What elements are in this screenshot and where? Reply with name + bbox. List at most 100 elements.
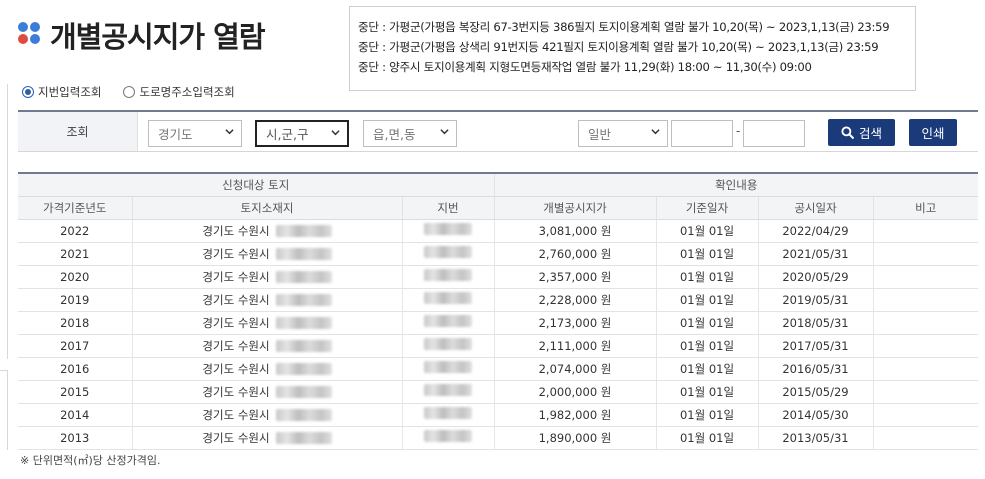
cell-note <box>873 403 978 427</box>
cell-location: 경기도 수원시 <box>132 426 403 450</box>
group-header-target-land: 신청대상 토지 <box>18 172 495 197</box>
table-row: 2014 경기도 수원시 1,982,000 원 01월 01일 2014/05/30 <box>18 403 978 427</box>
cell-base-date: 01월 01일 <box>656 426 759 450</box>
lot-number-dash: - <box>736 124 741 138</box>
cell-lot <box>402 311 495 335</box>
sub-lot-number-input[interactable] <box>743 120 805 147</box>
redacted-address <box>275 362 332 375</box>
cell-pub-date: 2016/05/31 <box>758 357 874 381</box>
cell-pub-date: 2019/05/31 <box>758 288 874 312</box>
redacted-address <box>275 339 332 352</box>
table-row: 2018 경기도 수원시 2,173,000 원 01월 01일 2018/05/31 <box>18 311 978 335</box>
cell-year: 2020 <box>18 265 133 289</box>
radio-checked-icon <box>22 86 34 98</box>
radio-road-address[interactable]: 도로명주소입력조회 <box>123 84 235 100</box>
cell-pub-date: 2021/05/31 <box>758 242 874 266</box>
table-row: 2016 경기도 수원시 2,074,000 원 01월 01일 2016/05/31 <box>18 357 978 381</box>
redacted-lot-number <box>424 315 472 327</box>
cell-year: 2017 <box>18 334 133 358</box>
redacted-lot-number <box>424 292 472 304</box>
lot-type-select[interactable]: 일반 <box>578 120 668 147</box>
cell-note <box>873 426 978 450</box>
redacted-lot-number <box>424 407 472 419</box>
cell-year: 2014 <box>18 403 133 427</box>
table-row: 2013 경기도 수원시 1,890,000 원 01월 01일 2013/05/31 <box>18 426 978 450</box>
cell-base-date: 01월 01일 <box>656 403 759 427</box>
cell-pub-date: 2020/05/29 <box>758 265 874 289</box>
cell-note <box>873 334 978 358</box>
cell-price: 2,228,000 원 <box>494 288 657 312</box>
redacted-lot-number <box>424 246 472 258</box>
cell-year: 2015 <box>18 380 133 404</box>
redacted-lot-number <box>424 223 472 235</box>
cell-year: 2016 <box>18 357 133 381</box>
cell-price: 2,173,000 원 <box>494 311 657 335</box>
province-select[interactable]: 경기도 <box>148 120 242 147</box>
redacted-lot-number <box>424 384 472 396</box>
location-text: 경기도 수원시 <box>202 223 270 238</box>
redacted-lot-number <box>424 338 472 350</box>
cell-lot <box>402 219 495 243</box>
location-text: 경기도 수원시 <box>202 246 270 261</box>
location-text: 경기도 수원시 <box>202 384 270 399</box>
cell-lot <box>402 242 495 266</box>
cell-note <box>873 311 978 335</box>
table-row: 2015 경기도 수원시 2,000,000 원 01월 01일 2015/05/29 <box>18 380 978 404</box>
location-text: 경기도 수원시 <box>202 361 270 376</box>
col-header-base-date: 기준일자 <box>656 196 759 220</box>
cell-price: 2,111,000 원 <box>494 334 657 358</box>
cell-price: 2,074,000 원 <box>494 357 657 381</box>
group-header-confirmation: 확인내용 <box>494 172 978 197</box>
town-select[interactable]: 읍,면,동 <box>363 120 457 147</box>
notice-line: 중단 : 가평군(가평읍 상색리 91번지등 421필지 토지이용계획 열람 불… <box>358 40 879 54</box>
cell-base-date: 01월 01일 <box>656 357 759 381</box>
redacted-address <box>275 431 332 444</box>
notice-line: 중단 : 양주시 토지이용계획 지형도면등재작업 열람 불가 11,29(화) … <box>358 60 812 74</box>
cell-base-date: 01월 01일 <box>656 311 759 335</box>
cell-location: 경기도 수원시 <box>132 380 403 404</box>
search-button[interactable]: 검색 <box>828 119 895 146</box>
radio-lot-number[interactable]: 지번입력조회 <box>22 84 101 100</box>
cell-lot <box>402 403 495 427</box>
search-icon <box>841 126 854 139</box>
cell-pub-date: 2013/05/31 <box>758 426 874 450</box>
cell-lot <box>402 334 495 358</box>
location-text: 경기도 수원시 <box>202 269 270 284</box>
cell-pub-date: 2018/05/31 <box>758 311 874 335</box>
location-text: 경기도 수원시 <box>202 315 270 330</box>
column-header-row: 가격기준년도 토지소재지 지번 개별공시지가 기준일자 공시일자 비고 <box>18 196 978 220</box>
cell-lot <box>402 288 495 312</box>
redacted-address <box>275 224 332 237</box>
cell-base-date: 01월 01일 <box>656 288 759 312</box>
print-button[interactable]: 인쇄 <box>909 119 957 146</box>
logo-dots-icon <box>18 22 40 44</box>
redacted-lot-number <box>424 430 472 442</box>
redacted-address <box>275 247 332 260</box>
chevron-down-icon <box>651 129 660 135</box>
cell-pub-date: 2015/05/29 <box>758 380 874 404</box>
cell-location: 경기도 수원시 <box>132 311 403 335</box>
cell-price: 2,000,000 원 <box>494 380 657 404</box>
cell-note <box>873 265 978 289</box>
main-lot-number-input[interactable] <box>671 120 733 147</box>
cell-location: 경기도 수원시 <box>132 334 403 358</box>
redacted-address <box>275 385 332 398</box>
cell-location: 경기도 수원시 <box>132 403 403 427</box>
cell-year: 2021 <box>18 242 133 266</box>
page-title: 개별공시지가 열람 <box>50 20 266 54</box>
cell-year: 2019 <box>18 288 133 312</box>
location-text: 경기도 수원시 <box>202 338 270 353</box>
cell-lot <box>402 357 495 381</box>
city-select[interactable]: 시,군,구 <box>255 120 349 147</box>
cell-year: 2022 <box>18 219 133 243</box>
redacted-address <box>275 270 332 283</box>
redacted-address <box>275 316 332 329</box>
notice-box: 중단 : 가평군(가평읍 복장리 67-3번지등 386필지 토지이용계획 열람… <box>349 6 916 91</box>
cell-base-date: 01월 01일 <box>656 334 759 358</box>
cell-base-date: 01월 01일 <box>656 265 759 289</box>
cell-pub-date: 2017/05/31 <box>758 334 874 358</box>
cell-lot <box>402 380 495 404</box>
col-header-note: 비고 <box>873 196 978 220</box>
cell-location: 경기도 수원시 <box>132 357 403 381</box>
location-text: 경기도 수원시 <box>202 407 270 422</box>
